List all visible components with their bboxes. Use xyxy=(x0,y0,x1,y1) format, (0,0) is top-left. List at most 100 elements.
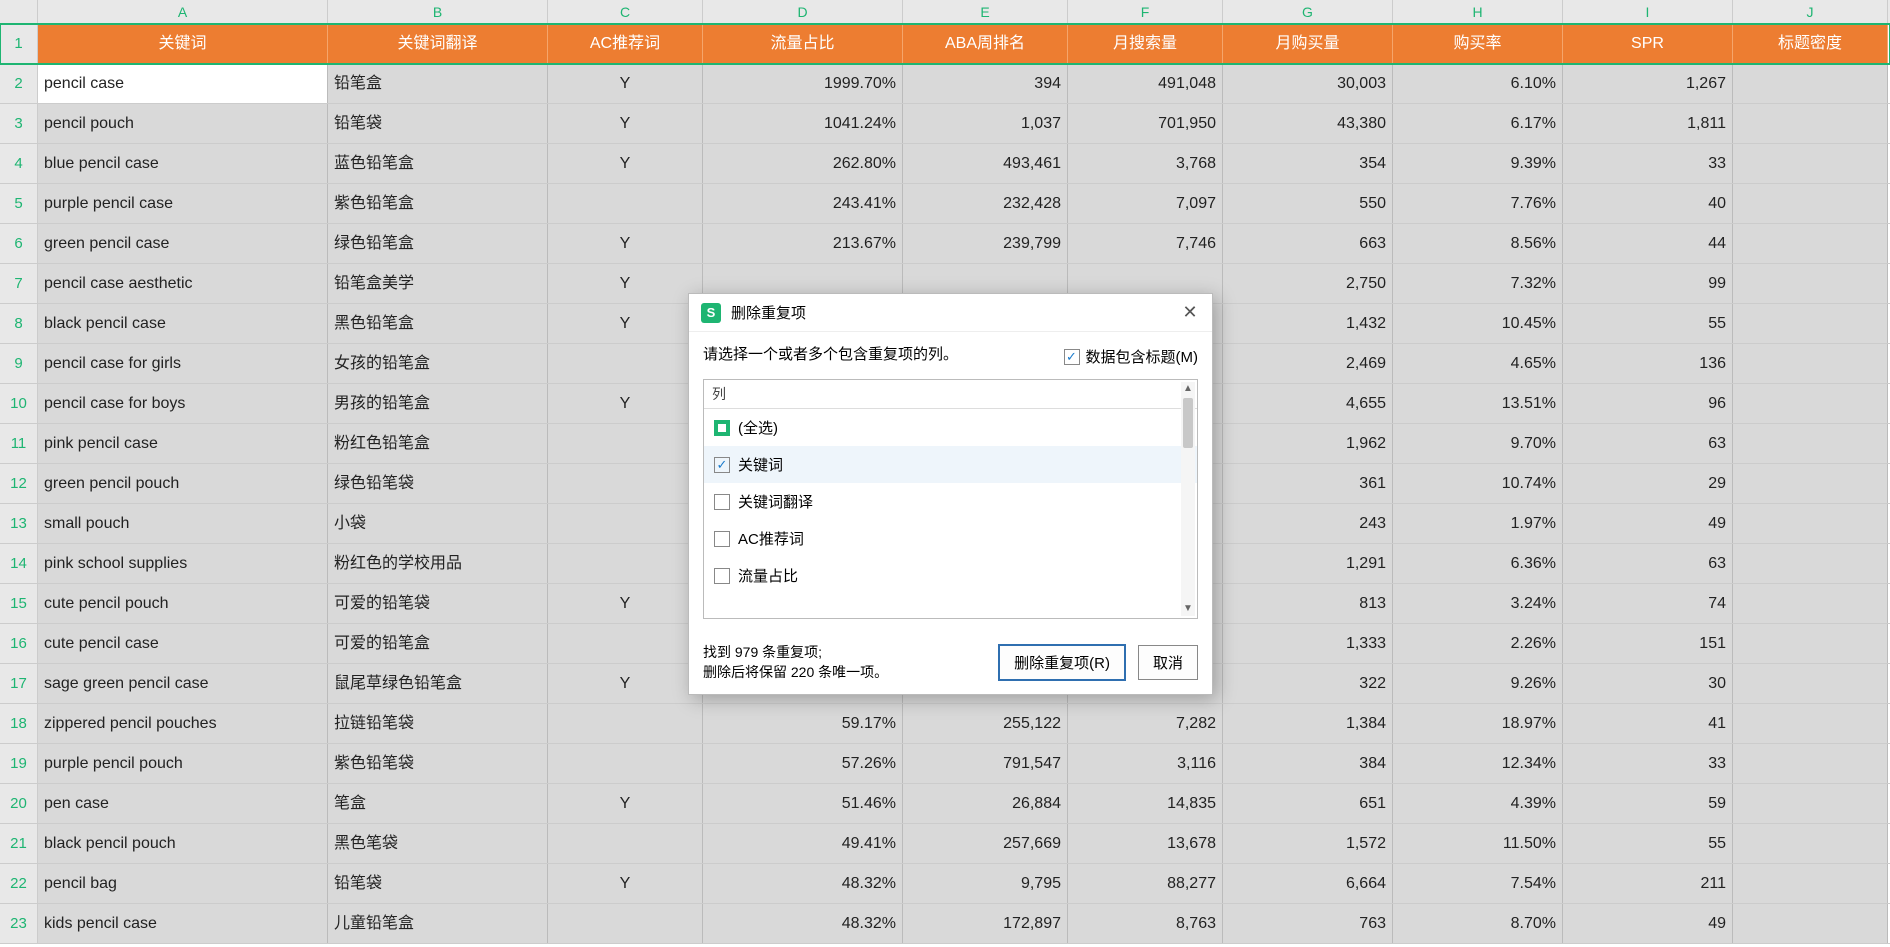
cell[interactable]: 18.97% xyxy=(1393,704,1563,743)
row-num[interactable]: 14 xyxy=(0,544,38,583)
cell[interactable]: 44 xyxy=(1563,224,1733,263)
cell[interactable]: 96 xyxy=(1563,384,1733,423)
cell[interactable]: 6.36% xyxy=(1393,544,1563,583)
cell[interactable]: cute pencil pouch xyxy=(38,584,328,623)
cell[interactable] xyxy=(548,504,703,543)
cell[interactable]: 11.50% xyxy=(1393,824,1563,863)
col-head-C[interactable]: C xyxy=(548,0,703,23)
cell[interactable]: 绿色铅笔盒 xyxy=(328,224,548,263)
scroll-thumb[interactable] xyxy=(1183,398,1193,448)
cell[interactable]: 6.17% xyxy=(1393,104,1563,143)
cell[interactable]: 9.70% xyxy=(1393,424,1563,463)
cell[interactable]: Y xyxy=(548,144,703,183)
cell[interactable]: 211 xyxy=(1563,864,1733,903)
row-num[interactable]: 20 xyxy=(0,784,38,823)
col-head-B[interactable]: B xyxy=(328,0,548,23)
cell[interactable]: 1999.70% xyxy=(703,64,903,103)
cell[interactable]: 绿色铅笔袋 xyxy=(328,464,548,503)
cell[interactable]: 粉红色铅笔盒 xyxy=(328,424,548,463)
cell[interactable]: 763 xyxy=(1223,904,1393,943)
cell[interactable]: pink pencil case xyxy=(38,424,328,463)
row-num[interactable]: 22 xyxy=(0,864,38,903)
cell[interactable]: 257,669 xyxy=(903,824,1068,863)
cell[interactable]: 7,097 xyxy=(1068,184,1223,223)
cell[interactable]: 48.32% xyxy=(703,904,903,943)
header-translation[interactable]: 关键词翻译 xyxy=(328,24,548,63)
cell[interactable]: 4.39% xyxy=(1393,784,1563,823)
cell[interactable]: 紫色铅笔袋 xyxy=(328,744,548,783)
cell[interactable]: 8,763 xyxy=(1068,904,1223,943)
cell[interactable]: Y xyxy=(548,664,703,703)
cell[interactable]: Y xyxy=(548,64,703,103)
cell[interactable]: 7.76% xyxy=(1393,184,1563,223)
row-num[interactable]: 9 xyxy=(0,344,38,383)
cell[interactable]: 1,267 xyxy=(1563,64,1733,103)
cell[interactable]: sage green pencil case xyxy=(38,664,328,703)
cell[interactable]: 鼠尾草绿色铅笔盒 xyxy=(328,664,548,703)
cell[interactable]: kids pencil case xyxy=(38,904,328,943)
cell[interactable]: 701,950 xyxy=(1068,104,1223,143)
cell[interactable]: 41 xyxy=(1563,704,1733,743)
cell[interactable]: 铅笔盒美学 xyxy=(328,264,548,303)
cell[interactable] xyxy=(1733,64,1888,103)
cell[interactable] xyxy=(1733,224,1888,263)
cell[interactable]: pencil case for girls xyxy=(38,344,328,383)
corner-cell[interactable] xyxy=(0,0,38,23)
row-num[interactable]: 15 xyxy=(0,584,38,623)
cell[interactable]: 6,664 xyxy=(1223,864,1393,903)
cell[interactable]: 59.17% xyxy=(703,704,903,743)
row-num[interactable]: 2 xyxy=(0,64,38,103)
cell[interactable]: pencil case for boys xyxy=(38,384,328,423)
cell[interactable] xyxy=(1733,704,1888,743)
cell[interactable]: 33 xyxy=(1563,144,1733,183)
cell[interactable]: Y xyxy=(548,864,703,903)
cell[interactable] xyxy=(1733,304,1888,343)
cell[interactable]: 铅笔盒 xyxy=(328,64,548,103)
cell[interactable]: 1041.24% xyxy=(703,104,903,143)
cell[interactable]: 10.45% xyxy=(1393,304,1563,343)
cell[interactable]: 7.54% xyxy=(1393,864,1563,903)
cell[interactable]: blue pencil case xyxy=(38,144,328,183)
close-icon[interactable]: ✕ xyxy=(1180,303,1200,323)
row-num[interactable]: 18 xyxy=(0,704,38,743)
row-num[interactable]: 21 xyxy=(0,824,38,863)
cell[interactable]: 88,277 xyxy=(1068,864,1223,903)
cell[interactable]: 4,655 xyxy=(1223,384,1393,423)
cell[interactable] xyxy=(1733,264,1888,303)
cell[interactable]: 8.70% xyxy=(1393,904,1563,943)
cell[interactable]: 40 xyxy=(1563,184,1733,223)
cell[interactable]: cute pencil case xyxy=(38,624,328,663)
cell[interactable]: 491,048 xyxy=(1068,64,1223,103)
list-item[interactable]: AC推荐词 xyxy=(704,520,1197,557)
cell[interactable]: 黑色铅笔盒 xyxy=(328,304,548,343)
cell[interactable]: 136 xyxy=(1563,344,1733,383)
cell[interactable] xyxy=(1733,864,1888,903)
cell[interactable] xyxy=(1733,904,1888,943)
cell[interactable]: 6.10% xyxy=(1393,64,1563,103)
row-num[interactable]: 23 xyxy=(0,904,38,943)
cell[interactable]: 7,746 xyxy=(1068,224,1223,263)
cell[interactable]: 322 xyxy=(1223,664,1393,703)
cell[interactable]: 7.32% xyxy=(1393,264,1563,303)
cell[interactable]: Y xyxy=(548,584,703,623)
cell[interactable]: 女孩的铅笔盒 xyxy=(328,344,548,383)
cell[interactable]: zippered pencil pouches xyxy=(38,704,328,743)
list-item[interactable]: (全选) xyxy=(704,409,1197,446)
scroll-down-icon[interactable]: ▼ xyxy=(1183,603,1193,615)
cell[interactable]: pencil pouch xyxy=(38,104,328,143)
cell[interactable]: 26,884 xyxy=(903,784,1068,823)
cell[interactable]: 黑色笔袋 xyxy=(328,824,548,863)
cell[interactable] xyxy=(548,424,703,463)
cell[interactable]: 262.80% xyxy=(703,144,903,183)
cell[interactable]: 550 xyxy=(1223,184,1393,223)
cell[interactable]: 10.74% xyxy=(1393,464,1563,503)
header-rate[interactable]: 购买率 xyxy=(1393,24,1563,63)
header-search[interactable]: 月搜索量 xyxy=(1068,24,1223,63)
cell[interactable] xyxy=(1733,184,1888,223)
cell[interactable]: 2,469 xyxy=(1223,344,1393,383)
col-head-F[interactable]: F xyxy=(1068,0,1223,23)
cell[interactable] xyxy=(1733,744,1888,783)
cell[interactable] xyxy=(1733,344,1888,383)
cell[interactable]: 30,003 xyxy=(1223,64,1393,103)
cell[interactable] xyxy=(548,344,703,383)
